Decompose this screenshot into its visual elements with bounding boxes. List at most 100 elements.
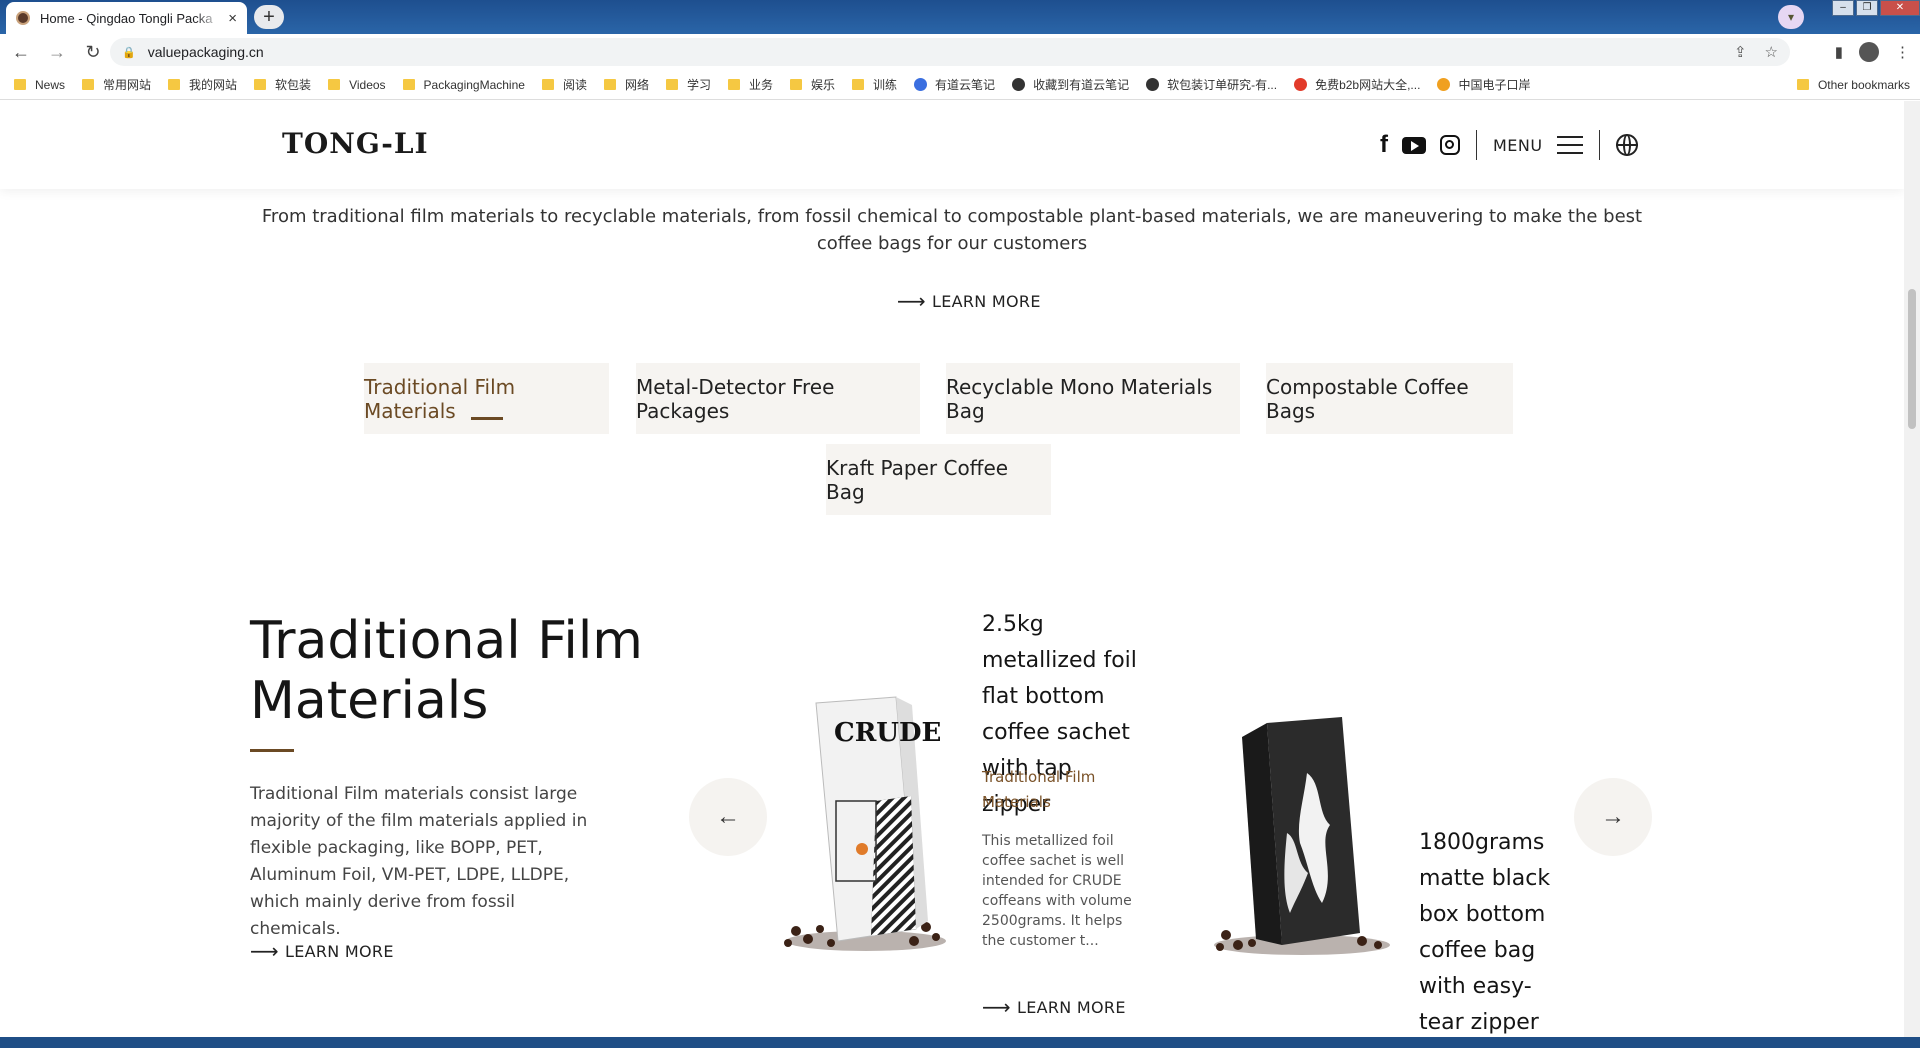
divider	[1598, 130, 1600, 160]
bookmark-item[interactable]: 收藏到有道云笔记	[1012, 76, 1129, 93]
feature-description: Traditional Film materials consist large…	[250, 784, 588, 939]
lock-icon[interactable]: 🔒	[122, 46, 136, 59]
browser-toolbar: ← → ↻ 🔒 valuepackaging.cn ⇪ ☆ ▮ ⋮	[0, 34, 1920, 70]
folder-icon	[665, 79, 678, 90]
site-logo[interactable]: TONG-LI	[282, 127, 429, 160]
folder-icon	[728, 79, 740, 90]
bookmark-item[interactable]: 网络	[603, 76, 649, 93]
carousel-next-button[interactable]: →	[1574, 778, 1652, 856]
back-arrow-icon[interactable]: ←	[6, 37, 36, 67]
product-learn-more-link[interactable]: ⟶ LEARN MORE	[982, 995, 1126, 1019]
profile-avatar[interactable]	[1859, 42, 1879, 62]
folder-icon	[14, 79, 26, 90]
new-tab-button[interactable]: +	[254, 5, 284, 29]
feature-title: Traditional Film Materials	[250, 611, 643, 731]
browser-tab-strip: Home - Qingdao Tongli Packa × + ▾ – ❐ ✕	[0, 0, 1920, 34]
bookmark-label: 训练	[873, 78, 898, 92]
page-viewport: TONG-LI f MENU From traditional film mat…	[0, 101, 1904, 1037]
tab-label: Metal-Detector Free Packages	[636, 374, 835, 423]
folder-icon	[790, 79, 803, 90]
bookmark-label: 免费b2b网站大全,...	[1315, 78, 1421, 92]
close-window-button[interactable]: ✕	[1880, 0, 1920, 16]
bookmark-item[interactable]: Videos	[328, 77, 386, 92]
tab-traditional-film-materials[interactable]: Traditional Film Materials	[364, 363, 609, 434]
folder-icon	[603, 79, 616, 90]
feature-learn-more-link[interactable]: ⟶ LEARN MORE	[250, 939, 394, 963]
bookmark-label: Videos	[349, 77, 386, 92]
folder-icon	[1796, 79, 1809, 90]
os-taskbar	[0, 1037, 1920, 1048]
folder-icon	[541, 79, 554, 90]
product-category-link[interactable]: Traditional Film Materials	[982, 765, 1112, 815]
arrow-right-icon: ⟶	[250, 939, 279, 963]
product-image-black-bag[interactable]	[1212, 713, 1398, 957]
browser-menu-icon[interactable]: ⋮	[1895, 43, 1910, 61]
folder-icon	[168, 79, 181, 90]
bookmark-item[interactable]: PackagingMachine	[402, 77, 525, 92]
bookmark-item[interactable]: 软包装	[254, 76, 311, 93]
close-tab-icon[interactable]: ×	[228, 10, 237, 27]
minimize-button[interactable]: –	[1832, 0, 1854, 16]
bookmark-item[interactable]: 训练	[852, 76, 897, 93]
facebook-icon[interactable]: f	[1380, 131, 1388, 159]
language-globe-icon[interactable]	[1615, 134, 1638, 156]
tab-search-chevron-icon[interactable]: ▾	[1778, 5, 1804, 29]
product-title[interactable]: 1800grams matte black box bottom coffee …	[1419, 825, 1569, 1037]
youtube-icon[interactable]	[1402, 136, 1426, 154]
carousel-prev-button[interactable]: ←	[689, 778, 767, 856]
reload-icon[interactable]: ↻	[78, 37, 108, 67]
folder-icon	[328, 79, 341, 90]
tab-kraft-paper[interactable]: Kraft Paper Coffee Bag	[826, 444, 1051, 515]
arrow-right-icon: ⟶	[897, 289, 926, 313]
forward-arrow-icon[interactable]: →	[42, 37, 72, 67]
tab-recyclable-mono[interactable]: Recyclable Mono Materials Bag	[946, 363, 1240, 434]
bookmark-item[interactable]: 有道云笔记	[914, 76, 995, 93]
bookmark-label: 我的网站	[189, 78, 238, 92]
site-header: TONG-LI f MENU	[0, 101, 1904, 189]
tab-label: Traditional Film Materials	[364, 374, 516, 423]
bookmark-item[interactable]: 软包装订单研究-有...	[1146, 76, 1277, 93]
arrow-right-icon: →	[1601, 803, 1625, 830]
scrollbar-thumb[interactable]	[1908, 289, 1916, 429]
product-description: This metallized foil coffee sachet is we…	[982, 833, 1132, 949]
site-favicon-icon	[914, 78, 928, 91]
page-scrollbar[interactable]	[1904, 101, 1920, 1037]
learn-more-label: LEARN MORE	[284, 941, 394, 961]
instagram-icon[interactable]	[1440, 135, 1460, 155]
bookmark-label: 软包装	[275, 78, 312, 92]
site-favicon-icon	[1146, 78, 1160, 91]
tab-metal-detector-free[interactable]: Metal-Detector Free Packages	[636, 363, 920, 434]
active-underline	[470, 417, 503, 420]
browser-tab[interactable]: Home - Qingdao Tongli Packa ×	[6, 2, 247, 34]
menu-label[interactable]: MENU	[1493, 136, 1543, 155]
bookmark-item[interactable]: 常用网站	[82, 76, 151, 93]
product-image-crude-bag[interactable]: CRUDE	[776, 691, 946, 955]
bookmark-item[interactable]: 我的网站	[168, 76, 237, 93]
bookmark-label: 有道云笔记	[935, 78, 996, 92]
arrow-right-icon: ⟶	[982, 995, 1011, 1019]
bookmark-item[interactable]: 业务	[728, 76, 773, 93]
bookmark-item[interactable]: 免费b2b网站大全,...	[1294, 76, 1420, 93]
bookmark-item[interactable]: 中国电子口岸	[1437, 76, 1530, 93]
bookmark-label: PackagingMachine	[423, 77, 525, 92]
address-bar[interactable]: 🔒 valuepackaging.cn ⇪ ☆	[110, 38, 1790, 66]
site-favicon-icon	[1437, 78, 1451, 91]
side-panel-icon[interactable]: ▮	[1835, 43, 1843, 61]
bookmark-item[interactable]: 学习	[665, 76, 711, 93]
restore-button[interactable]: ❐	[1856, 0, 1878, 16]
url-text[interactable]: valuepackaging.cn	[148, 44, 264, 60]
share-icon[interactable]: ⇪	[1734, 43, 1747, 61]
bookmark-star-icon[interactable]: ☆	[1765, 43, 1778, 61]
bookmark-label: 网络	[624, 78, 649, 92]
bookmark-item[interactable]: News	[14, 78, 65, 92]
other-bookmarks[interactable]: Other bookmarks	[1796, 78, 1910, 92]
hamburger-menu-icon[interactable]	[1556, 136, 1583, 154]
tab-compostable[interactable]: Compostable Coffee Bags	[1266, 363, 1513, 434]
intro-learn-more-link[interactable]: ⟶ LEARN MORE	[897, 289, 1041, 313]
bookmark-item[interactable]: 娱乐	[790, 76, 835, 93]
title-underline	[250, 749, 294, 752]
bookmark-label: 学习	[686, 78, 711, 92]
bookmark-item[interactable]: 阅读	[541, 76, 587, 93]
bookmark-label: 娱乐	[811, 78, 836, 92]
learn-more-label: LEARN MORE	[1016, 997, 1126, 1017]
